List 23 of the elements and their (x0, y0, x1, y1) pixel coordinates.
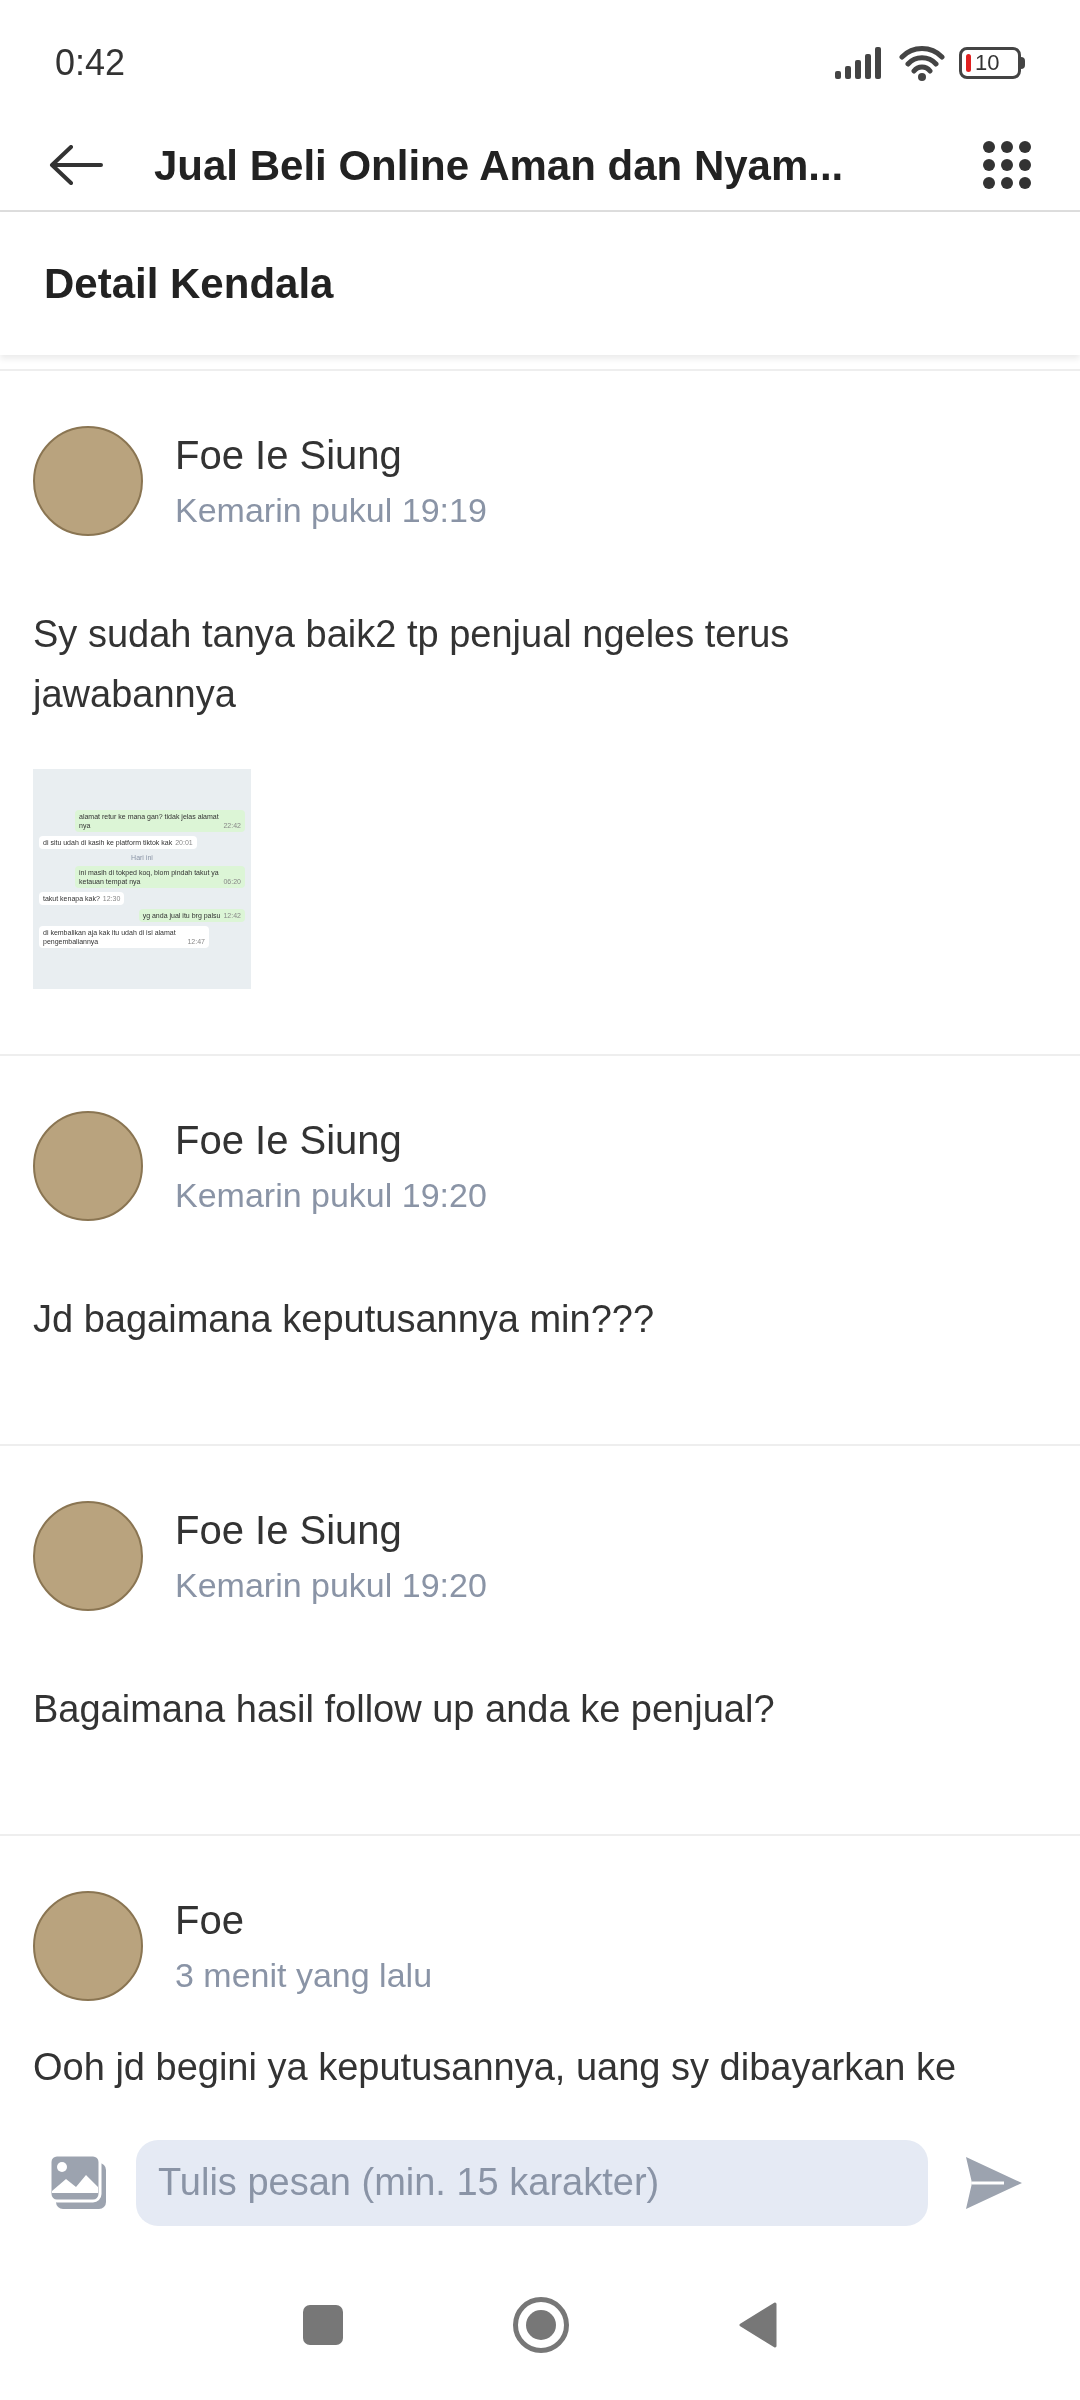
status-time: 0:42 (55, 41, 126, 85)
send-button[interactable] (964, 2154, 1024, 2211)
app-title: Jual Beli Online Aman dan Nyam... (154, 140, 845, 191)
chat-screenshot-attachment[interactable] (33, 769, 251, 989)
grid-menu-button[interactable] (982, 140, 1032, 190)
recents-button[interactable] (303, 2305, 343, 2345)
message-text: Ooh jd begini ya keputusannya, uang sy dibayarkan ke (33, 2045, 958, 2090)
message-time: Kemarin pukul 19:20 (175, 1175, 487, 1215)
author-name: Foe Ie Siung (175, 1507, 403, 1553)
author-name: Foe Ie Siung (175, 1117, 403, 1163)
message-time: Kemarin pukul 19:20 (175, 1565, 487, 1605)
back-nav-button[interactable] (739, 2302, 777, 2348)
message-text: Sy sudah tanya baik2 tp penjual ngeles terus jawabannya (33, 612, 791, 717)
message-text: Bagaimana hasil follow up anda ke penjual? (33, 1687, 776, 1732)
message-input[interactable]: Tulis pesan (min. 15 karakter) (136, 2139, 928, 2226)
message-time: 3 menit yang lalu (175, 1955, 433, 1995)
home-button[interactable] (513, 2297, 569, 2353)
section-title: Detail Kendala (44, 259, 334, 309)
message-text: Jd bagaimana keputusannya min??? (33, 1297, 656, 1342)
message-time: Kemarin pukul 19:19 (175, 490, 487, 530)
author-name: Foe (175, 1897, 245, 1943)
wifi-icon (899, 45, 945, 81)
author-name: Foe Ie Siung (175, 432, 403, 478)
